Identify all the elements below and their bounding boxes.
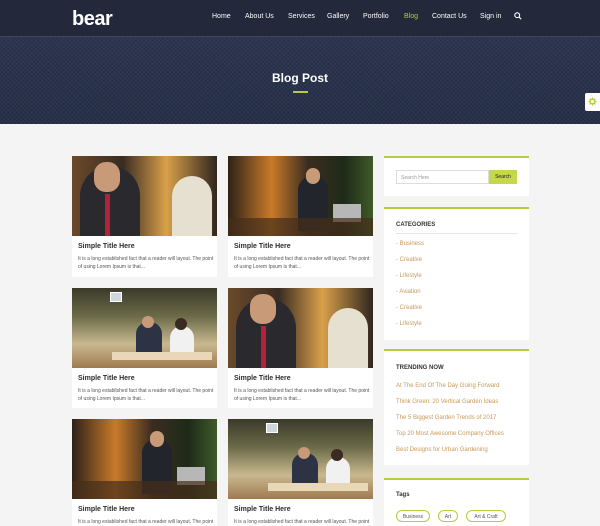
blog-card[interactable]: Simple Title Here It is a long establish…: [228, 419, 373, 526]
nav-services[interactable]: Services: [288, 13, 315, 20]
trending-link[interactable]: Best Designs for Urban Gardening: [396, 447, 488, 453]
post-excerpt: It is a long established fact that a rea…: [78, 256, 214, 270]
post-title[interactable]: Simple Title Here: [234, 243, 291, 250]
blog-card[interactable]: Simple Title Here It is a long establish…: [228, 288, 373, 408]
blog-card[interactable]: Simple Title Here It is a long establish…: [228, 156, 373, 277]
blog-card[interactable]: Simple Title Here It is a long establish…: [72, 419, 217, 526]
tag-pill[interactable]: Art & Craft: [466, 510, 506, 522]
gear-icon: [588, 97, 597, 106]
trending-link[interactable]: The 5 Biggest Garden Trends of 2017: [396, 415, 496, 421]
categories-heading: CATEGORIES: [396, 222, 436, 228]
post-excerpt: It is a long established fact that a rea…: [234, 388, 370, 402]
post-image[interactable]: [228, 288, 373, 368]
trending-link[interactable]: Top 20 Most Awesome Company Offices: [396, 431, 504, 437]
nav-gallery[interactable]: Gallery: [327, 13, 349, 20]
category-link[interactable]: - Aviation: [396, 289, 421, 295]
tags-heading: Tags: [396, 492, 410, 498]
category-link[interactable]: - Lifestyle: [396, 273, 422, 279]
page-title: Blog Post: [272, 71, 328, 85]
post-title[interactable]: Simple Title Here: [234, 506, 291, 513]
nav-portfolio[interactable]: Portfolio: [363, 13, 389, 20]
nav-sign-in[interactable]: Sign in: [480, 13, 501, 20]
trending-link[interactable]: At The End Of The Day Going Forward: [396, 383, 500, 389]
category-link[interactable]: - Lifestyle: [396, 321, 422, 327]
tag-pill[interactable]: Art: [438, 510, 458, 522]
nav-contact-us[interactable]: Contact Us: [432, 13, 467, 20]
post-image[interactable]: [228, 419, 373, 499]
nav-blog[interactable]: Blog: [404, 13, 418, 20]
nav-home[interactable]: Home: [212, 13, 231, 20]
tag-pill[interactable]: Business: [396, 510, 430, 522]
post-image[interactable]: [72, 156, 217, 236]
nav-about-us[interactable]: About Us: [245, 13, 274, 20]
post-image[interactable]: [228, 156, 373, 236]
post-image[interactable]: [72, 419, 217, 499]
search-input[interactable]: Search Here: [396, 170, 489, 184]
search-widget: Search Here Search: [384, 156, 529, 196]
post-excerpt: It is a long established fact that a rea…: [78, 519, 214, 525]
category-link[interactable]: - Creative: [396, 257, 422, 263]
trending-heading: TRENDING NOW: [396, 365, 444, 371]
title-underline: [293, 91, 308, 93]
category-link[interactable]: - Creative: [396, 305, 422, 311]
trending-link[interactable]: Think Green: 20 Vertical Garden Ideas: [396, 399, 498, 405]
settings-tab[interactable]: [585, 93, 600, 111]
top-navbar: bear Home About Us Services Gallery Port…: [0, 0, 600, 36]
post-title[interactable]: Simple Title Here: [234, 375, 291, 382]
category-link[interactable]: - Business: [396, 241, 424, 247]
search-icon[interactable]: [514, 12, 522, 20]
post-image[interactable]: [72, 288, 217, 368]
blog-card[interactable]: Simple Title Here It is a long establish…: [72, 288, 217, 408]
post-title[interactable]: Simple Title Here: [78, 243, 135, 250]
search-button[interactable]: Search: [489, 170, 517, 184]
post-title[interactable]: Simple Title Here: [78, 375, 135, 382]
post-excerpt: It is a long established fact that a rea…: [234, 256, 370, 270]
blog-card[interactable]: Simple Title Here It is a long establish…: [72, 156, 217, 277]
divider: [396, 233, 517, 234]
categories-widget: CATEGORIES - Business - Creative - Lifes…: [384, 207, 529, 340]
post-title[interactable]: Simple Title Here: [78, 506, 135, 513]
hero-banner: Blog Post: [0, 36, 600, 124]
post-excerpt: It is a long established fact that a rea…: [234, 519, 370, 525]
logo[interactable]: bear: [72, 8, 113, 31]
trending-widget: TRENDING NOW At The End Of The Day Going…: [384, 349, 529, 465]
tags-widget: Tags Business Art Art & Craft: [384, 478, 529, 526]
post-excerpt: It is a long established fact that a rea…: [78, 388, 214, 402]
